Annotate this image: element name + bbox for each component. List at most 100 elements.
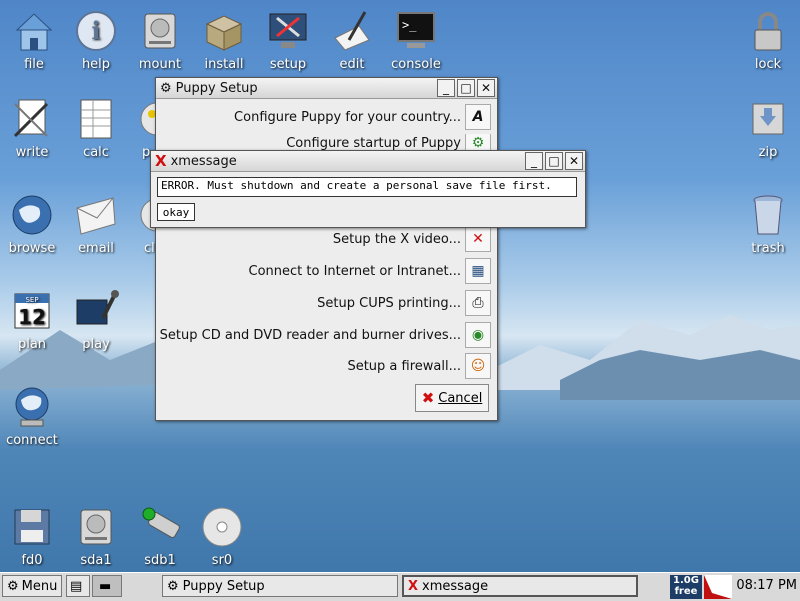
envelope-icon xyxy=(76,197,116,235)
desktop-icon-zip[interactable]: zip xyxy=(736,96,800,160)
desktop-icon-edit[interactable]: edit xyxy=(320,8,384,72)
show-desktop-button[interactable]: ▤ xyxy=(66,575,90,597)
taskbar: ⚙ Menu ▤ ▬ ⚙ Puppy Setup X xmessage 1.0G… xyxy=(0,572,800,601)
desktop-icon-connect[interactable]: connect xyxy=(0,384,64,448)
xmessage-window[interactable]: X xmessage _ □ ✕ ERROR. Must shutdown an… xyxy=(150,150,586,228)
minimize-button[interactable]: _ xyxy=(525,152,543,170)
desktop-icon-sdb1[interactable]: sdb1 xyxy=(128,504,192,568)
puppy-paw-icon: ⚙ xyxy=(7,578,19,594)
icon-label: sda1 xyxy=(80,553,112,568)
desktop-icon-setup[interactable]: setup xyxy=(256,8,320,72)
globe-icon xyxy=(12,195,52,235)
puppy-setup-titlebar[interactable]: ⚙ Puppy Setup _ □ ✕ xyxy=(156,78,497,99)
desktop-icon-calc[interactable]: calc xyxy=(64,96,128,160)
cdrom-icon xyxy=(202,507,242,547)
puppy-setup-window[interactable]: ⚙ Puppy Setup _ □ ✕ Configure Puppy for … xyxy=(155,77,498,421)
svg-text:SEP: SEP xyxy=(25,296,38,304)
setup-row-printing[interactable]: Setup CUPS printing... ⎙ xyxy=(317,290,491,316)
desktop-icon-help[interactable]: i help xyxy=(64,8,128,72)
svg-text:>_: >_ xyxy=(402,18,417,32)
desktop-icon-mount[interactable]: mount xyxy=(128,8,192,72)
svg-text:12: 12 xyxy=(18,305,46,329)
clock[interactable]: 08:17 PM xyxy=(735,578,797,593)
network-globe-icon xyxy=(15,387,49,427)
icon-label: setup xyxy=(269,57,307,72)
firewall-icon[interactable]: ☺ xyxy=(465,353,491,379)
archive-icon xyxy=(752,103,784,135)
icon-label: cl xyxy=(144,241,155,256)
printer-icon[interactable]: ⎙ xyxy=(465,290,491,316)
icon-label: browse xyxy=(8,241,56,256)
desktop-icon-fd0[interactable]: fd0 xyxy=(0,504,64,568)
country-icon[interactable]: A xyxy=(465,104,491,130)
trash-can-icon xyxy=(753,195,783,235)
calendar-icon: SEP 12 xyxy=(14,293,50,329)
maximize-button[interactable]: □ xyxy=(457,79,475,97)
desktop-icon-write[interactable]: write xyxy=(0,96,64,160)
close-button[interactable]: ✕ xyxy=(477,79,495,97)
writer-icon xyxy=(13,99,49,138)
desktop-icon-install[interactable]: install xyxy=(192,8,256,72)
setup-row-country[interactable]: Configure Puppy for your country... A xyxy=(234,104,491,130)
icon-label: install xyxy=(204,57,244,72)
desktop-icon-console[interactable]: >_ console xyxy=(384,8,448,72)
gear-icon: ⚙ xyxy=(160,80,172,96)
disc-icon[interactable]: ◉ xyxy=(465,322,491,348)
desktop-icon-browse[interactable]: browse xyxy=(0,192,64,256)
close-button[interactable]: ✕ xyxy=(565,152,583,170)
xmessage-titlebar[interactable]: X xmessage _ □ ✕ xyxy=(151,151,585,172)
info-icon: i xyxy=(76,11,116,51)
cancel-x-icon: ✖ xyxy=(421,389,435,407)
partial-app-icon xyxy=(140,102,156,136)
svg-text:i: i xyxy=(91,16,100,45)
cpu-graph-icon xyxy=(704,575,732,599)
pager-button[interactable]: ▬ xyxy=(92,575,122,597)
setup-row-x-video[interactable]: Setup the X video... ✕ xyxy=(333,226,491,252)
package-box-icon xyxy=(205,15,243,51)
desktop-icon-trash[interactable]: trash xyxy=(736,192,800,256)
free-space-indicator: 1.0G free xyxy=(670,575,702,599)
pen-paper-icon xyxy=(334,11,370,51)
setup-row-firewall[interactable]: Setup a firewall... ☺ xyxy=(347,353,491,379)
setup-row-internet[interactable]: Connect to Internet or Intranet... ▦ xyxy=(249,258,491,284)
setup-row-label: Connect to Internet or Intranet... xyxy=(248,263,461,279)
cancel-label: Cancel xyxy=(438,390,483,406)
desktop-icon-sr0[interactable]: sr0 xyxy=(190,504,254,568)
window-title: xmessage xyxy=(170,153,237,169)
icon-label: play xyxy=(82,337,110,352)
icon-label: sr0 xyxy=(211,553,233,568)
minimize-button[interactable]: _ xyxy=(437,79,455,97)
hard-disk-icon xyxy=(80,509,112,545)
desktop-icon-email[interactable]: email xyxy=(64,192,128,256)
okay-button[interactable]: okay xyxy=(157,203,195,221)
icon-label: email xyxy=(78,241,114,256)
icon-label: mount xyxy=(138,57,182,72)
x-logo-icon: X xyxy=(155,152,167,170)
icon-label: edit xyxy=(339,57,365,72)
maximize-button[interactable]: □ xyxy=(545,152,563,170)
setup-row-label: Configure startup of Puppy xyxy=(286,135,461,151)
media-icon xyxy=(76,290,119,325)
desktop-icon-sda1[interactable]: sda1 xyxy=(64,504,128,568)
network-icon[interactable]: ▦ xyxy=(465,258,491,284)
padlock-icon xyxy=(754,12,782,51)
setup-row-label: Configure Puppy for your country... xyxy=(234,109,461,125)
menu-button[interactable]: ⚙ Menu xyxy=(2,575,62,597)
setup-row-label: Setup CD and DVD reader and burner drive… xyxy=(159,327,461,343)
gear-icon: ⚙ xyxy=(167,578,179,594)
task-puppy-setup[interactable]: ⚙ Puppy Setup xyxy=(162,575,398,597)
setup-row-cd-dvd[interactable]: Setup CD and DVD reader and burner drive… xyxy=(160,322,491,348)
icon-label: zip xyxy=(758,145,778,160)
icon-label: calc xyxy=(83,145,109,160)
x-video-icon[interactable]: ✕ xyxy=(465,226,491,252)
desktop-icon-play[interactable]: play xyxy=(64,288,128,352)
task-xmessage[interactable]: X xmessage xyxy=(402,575,638,597)
icon-label: help xyxy=(81,57,111,72)
desktop-icon-plan[interactable]: SEP 12 plan xyxy=(0,288,64,352)
icon-label: fd0 xyxy=(21,553,43,568)
desktop-icon-lock[interactable]: lock xyxy=(736,8,800,72)
tools-icon xyxy=(269,13,307,48)
floppy-icon xyxy=(14,509,50,545)
desktop-icon-file[interactable]: file xyxy=(2,8,66,72)
cancel-button[interactable]: ✖ Cancel xyxy=(415,384,489,412)
